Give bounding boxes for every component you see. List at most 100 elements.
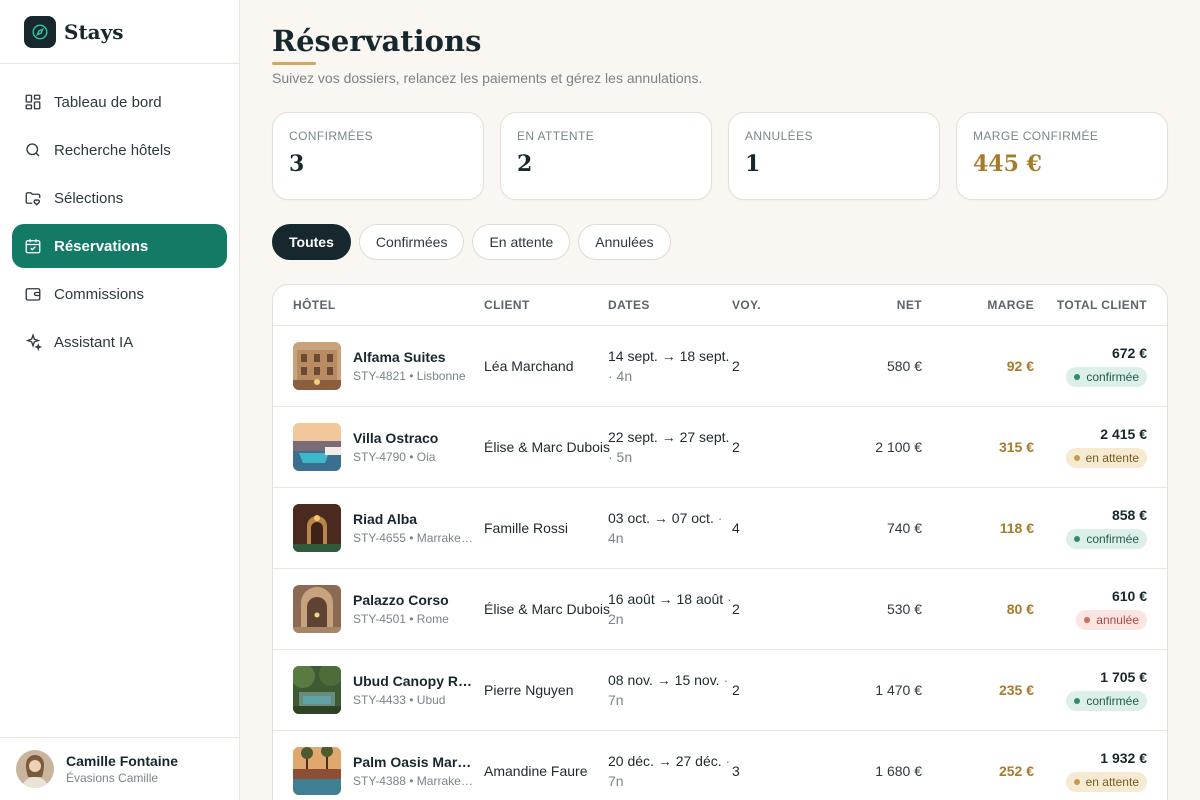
hotel-reference: STY-4433 • Ubud	[353, 693, 446, 707]
filter-cancelled[interactable]: Annulées	[578, 224, 671, 260]
client-total: 2 415 €	[1100, 426, 1147, 442]
column-header-total[interactable]: TOTAL CLIENT	[1034, 298, 1147, 312]
sidebar-item-selections[interactable]: Sélections	[12, 176, 227, 220]
calendar-check-icon	[25, 239, 41, 254]
table-row[interactable]: Alfama Suites STY-4821 • Lisbonne Léa Ma…	[273, 326, 1167, 407]
main-content: Réservations Suivez vos dossiers, relanc…	[272, 0, 1168, 800]
date-range: 20 déc. → 27 déc.	[608, 753, 722, 769]
table-header: HÔTEL CLIENT DATES VOY. NET MARGE TOTAL …	[273, 285, 1167, 326]
date-range: 14 sept. → 18 sept.	[608, 348, 730, 364]
sidebar-item-ai-assistant[interactable]: Assistant IA	[12, 320, 227, 364]
stat-value: 1	[745, 151, 761, 177]
status-badge: confirmée	[1066, 529, 1147, 549]
client-total: 1 705 €	[1100, 669, 1147, 685]
title-underline	[272, 62, 316, 65]
sparkles-icon	[25, 333, 42, 351]
page-subtitle: Suivez vos dossiers, relancez les paieme…	[272, 70, 703, 86]
sidebar-nav: Tableau de bord Recherche hôtels Sélecti…	[0, 64, 239, 364]
brand-name: Stays	[64, 19, 124, 44]
user-profile[interactable]: Camille Fontaine Évasions Camille	[0, 737, 240, 800]
client-name: Léa Marchand	[484, 358, 574, 374]
nights-count: · 4n	[608, 368, 633, 384]
brand[interactable]: Stays	[0, 0, 239, 64]
compass-icon	[24, 15, 56, 48]
sidebar-item-dashboard[interactable]: Tableau de bord	[12, 80, 227, 124]
hotel-name: Villa Ostraco	[353, 430, 439, 446]
status-label: annulée	[1096, 613, 1139, 627]
hotel-thumbnail	[293, 585, 341, 633]
sidebar-item-label: Sélections	[54, 189, 124, 207]
sidebar-item-label: Assistant IA	[54, 333, 134, 351]
filter-all[interactable]: Toutes	[272, 224, 351, 260]
column-header-margin[interactable]: MARGE	[922, 298, 1034, 312]
stat-card-confirmed: Confirmées 3	[272, 112, 484, 200]
client-total: 672 €	[1111, 345, 1147, 361]
stat-value: 3	[289, 151, 305, 177]
hotel-reference: STY-4821 • Lisbonne	[353, 369, 466, 383]
user-name: Camille Fontaine	[66, 753, 179, 769]
client-total: 1 932 €	[1100, 750, 1147, 766]
client-name: Élise & Marc Dubois	[484, 601, 611, 617]
hotel-reference: STY-4501 • Rome	[353, 612, 449, 626]
status-label: en attente	[1085, 451, 1139, 465]
hotel-reference: STY-4388 • Marrakech	[353, 774, 473, 788]
table-row[interactable]: Palazzo Corso STY-4501 • Rome Élise & Ma…	[273, 569, 1167, 650]
stat-label: Confirmées	[289, 129, 374, 143]
status-badge: confirmée	[1066, 367, 1147, 387]
table-row[interactable]: Riad Alba STY-4655 • Marrakech Famille R…	[273, 488, 1167, 569]
travelers-count: 2	[732, 358, 740, 374]
hotel-name: Riad Alba	[353, 511, 418, 527]
net-amount: 1 470 €	[875, 682, 922, 698]
dashboard-icon	[25, 94, 41, 110]
stay-dates: 22 sept. → 27 sept. · 5n	[608, 427, 732, 467]
margin-amount: 235 €	[998, 682, 1034, 698]
net-amount: 580 €	[886, 358, 922, 374]
user-agency: Évasions Camille	[66, 771, 159, 785]
status-badge: confirmée	[1066, 691, 1147, 711]
nights-count: · 5n	[608, 449, 633, 465]
stat-card-cancelled: Annulées 1	[728, 112, 940, 200]
sidebar-item-commissions[interactable]: Commissions	[12, 272, 227, 316]
folder-heart-icon	[25, 192, 41, 206]
table-row[interactable]: Ubud Canopy Resort STY-4433 • Ubud Pierr…	[273, 650, 1167, 731]
margin-amount: 252 €	[998, 763, 1034, 779]
stat-value: 445 €	[973, 151, 1042, 177]
table-row[interactable]: Villa Ostraco STY-4790 • Oia Élise & Mar…	[273, 407, 1167, 488]
page-title: Réservations	[272, 24, 482, 58]
status-filters: Toutes Confirmées En attente Annulées	[272, 224, 671, 260]
stat-card-confirmed-margin: Marge confirmée 445 €	[956, 112, 1168, 200]
column-header-travelers[interactable]: VOY.	[732, 298, 802, 312]
hotel-thumbnail	[293, 666, 341, 714]
column-header-net[interactable]: NET	[802, 298, 922, 312]
hotel-name: Ubud Canopy Resort	[353, 673, 473, 689]
stay-dates: 20 déc. → 27 déc. · 7n	[608, 751, 732, 791]
status-badge: annulée	[1076, 610, 1147, 630]
column-header-client[interactable]: CLIENT	[484, 298, 608, 312]
sidebar-item-hotel-search[interactable]: Recherche hôtels	[12, 128, 227, 172]
column-header-dates[interactable]: DATES	[608, 298, 732, 312]
net-amount: 740 €	[886, 520, 922, 536]
margin-amount: 315 €	[998, 439, 1034, 455]
column-header-hotel[interactable]: HÔTEL	[273, 298, 484, 312]
status-label: confirmée	[1086, 532, 1139, 546]
filter-pending[interactable]: En attente	[472, 224, 571, 260]
status-label: confirmée	[1086, 694, 1139, 708]
stat-label: Marge confirmée	[973, 129, 1099, 143]
wallet-icon	[25, 288, 41, 301]
avatar	[16, 750, 54, 788]
sidebar-item-reservations[interactable]: Réservations	[12, 224, 227, 268]
hotel-thumbnail	[293, 423, 341, 471]
net-amount: 2 100 €	[875, 439, 922, 455]
filter-confirmed[interactable]: Confirmées	[358, 224, 465, 260]
table-row[interactable]: Palm Oasis Marrakech STY-4388 • Marrakec…	[273, 731, 1167, 800]
sidebar: Stays Tableau de bord Recherche hôtels S…	[0, 0, 240, 800]
net-amount: 1 680 €	[875, 763, 922, 779]
stay-dates: 08 nov. → 15 nov. · 7n	[608, 670, 732, 710]
date-range: 22 sept. → 27 sept.	[608, 429, 730, 445]
stay-dates: 16 août → 18 août · 2n	[608, 589, 732, 629]
margin-amount: 92 €	[1006, 358, 1034, 374]
reservations-table: HÔTEL CLIENT DATES VOY. NET MARGE TOTAL …	[272, 284, 1168, 800]
margin-amount: 118 €	[999, 520, 1034, 536]
date-range: 08 nov. → 15 nov.	[608, 672, 720, 688]
hotel-name: Alfama Suites	[353, 349, 446, 365]
